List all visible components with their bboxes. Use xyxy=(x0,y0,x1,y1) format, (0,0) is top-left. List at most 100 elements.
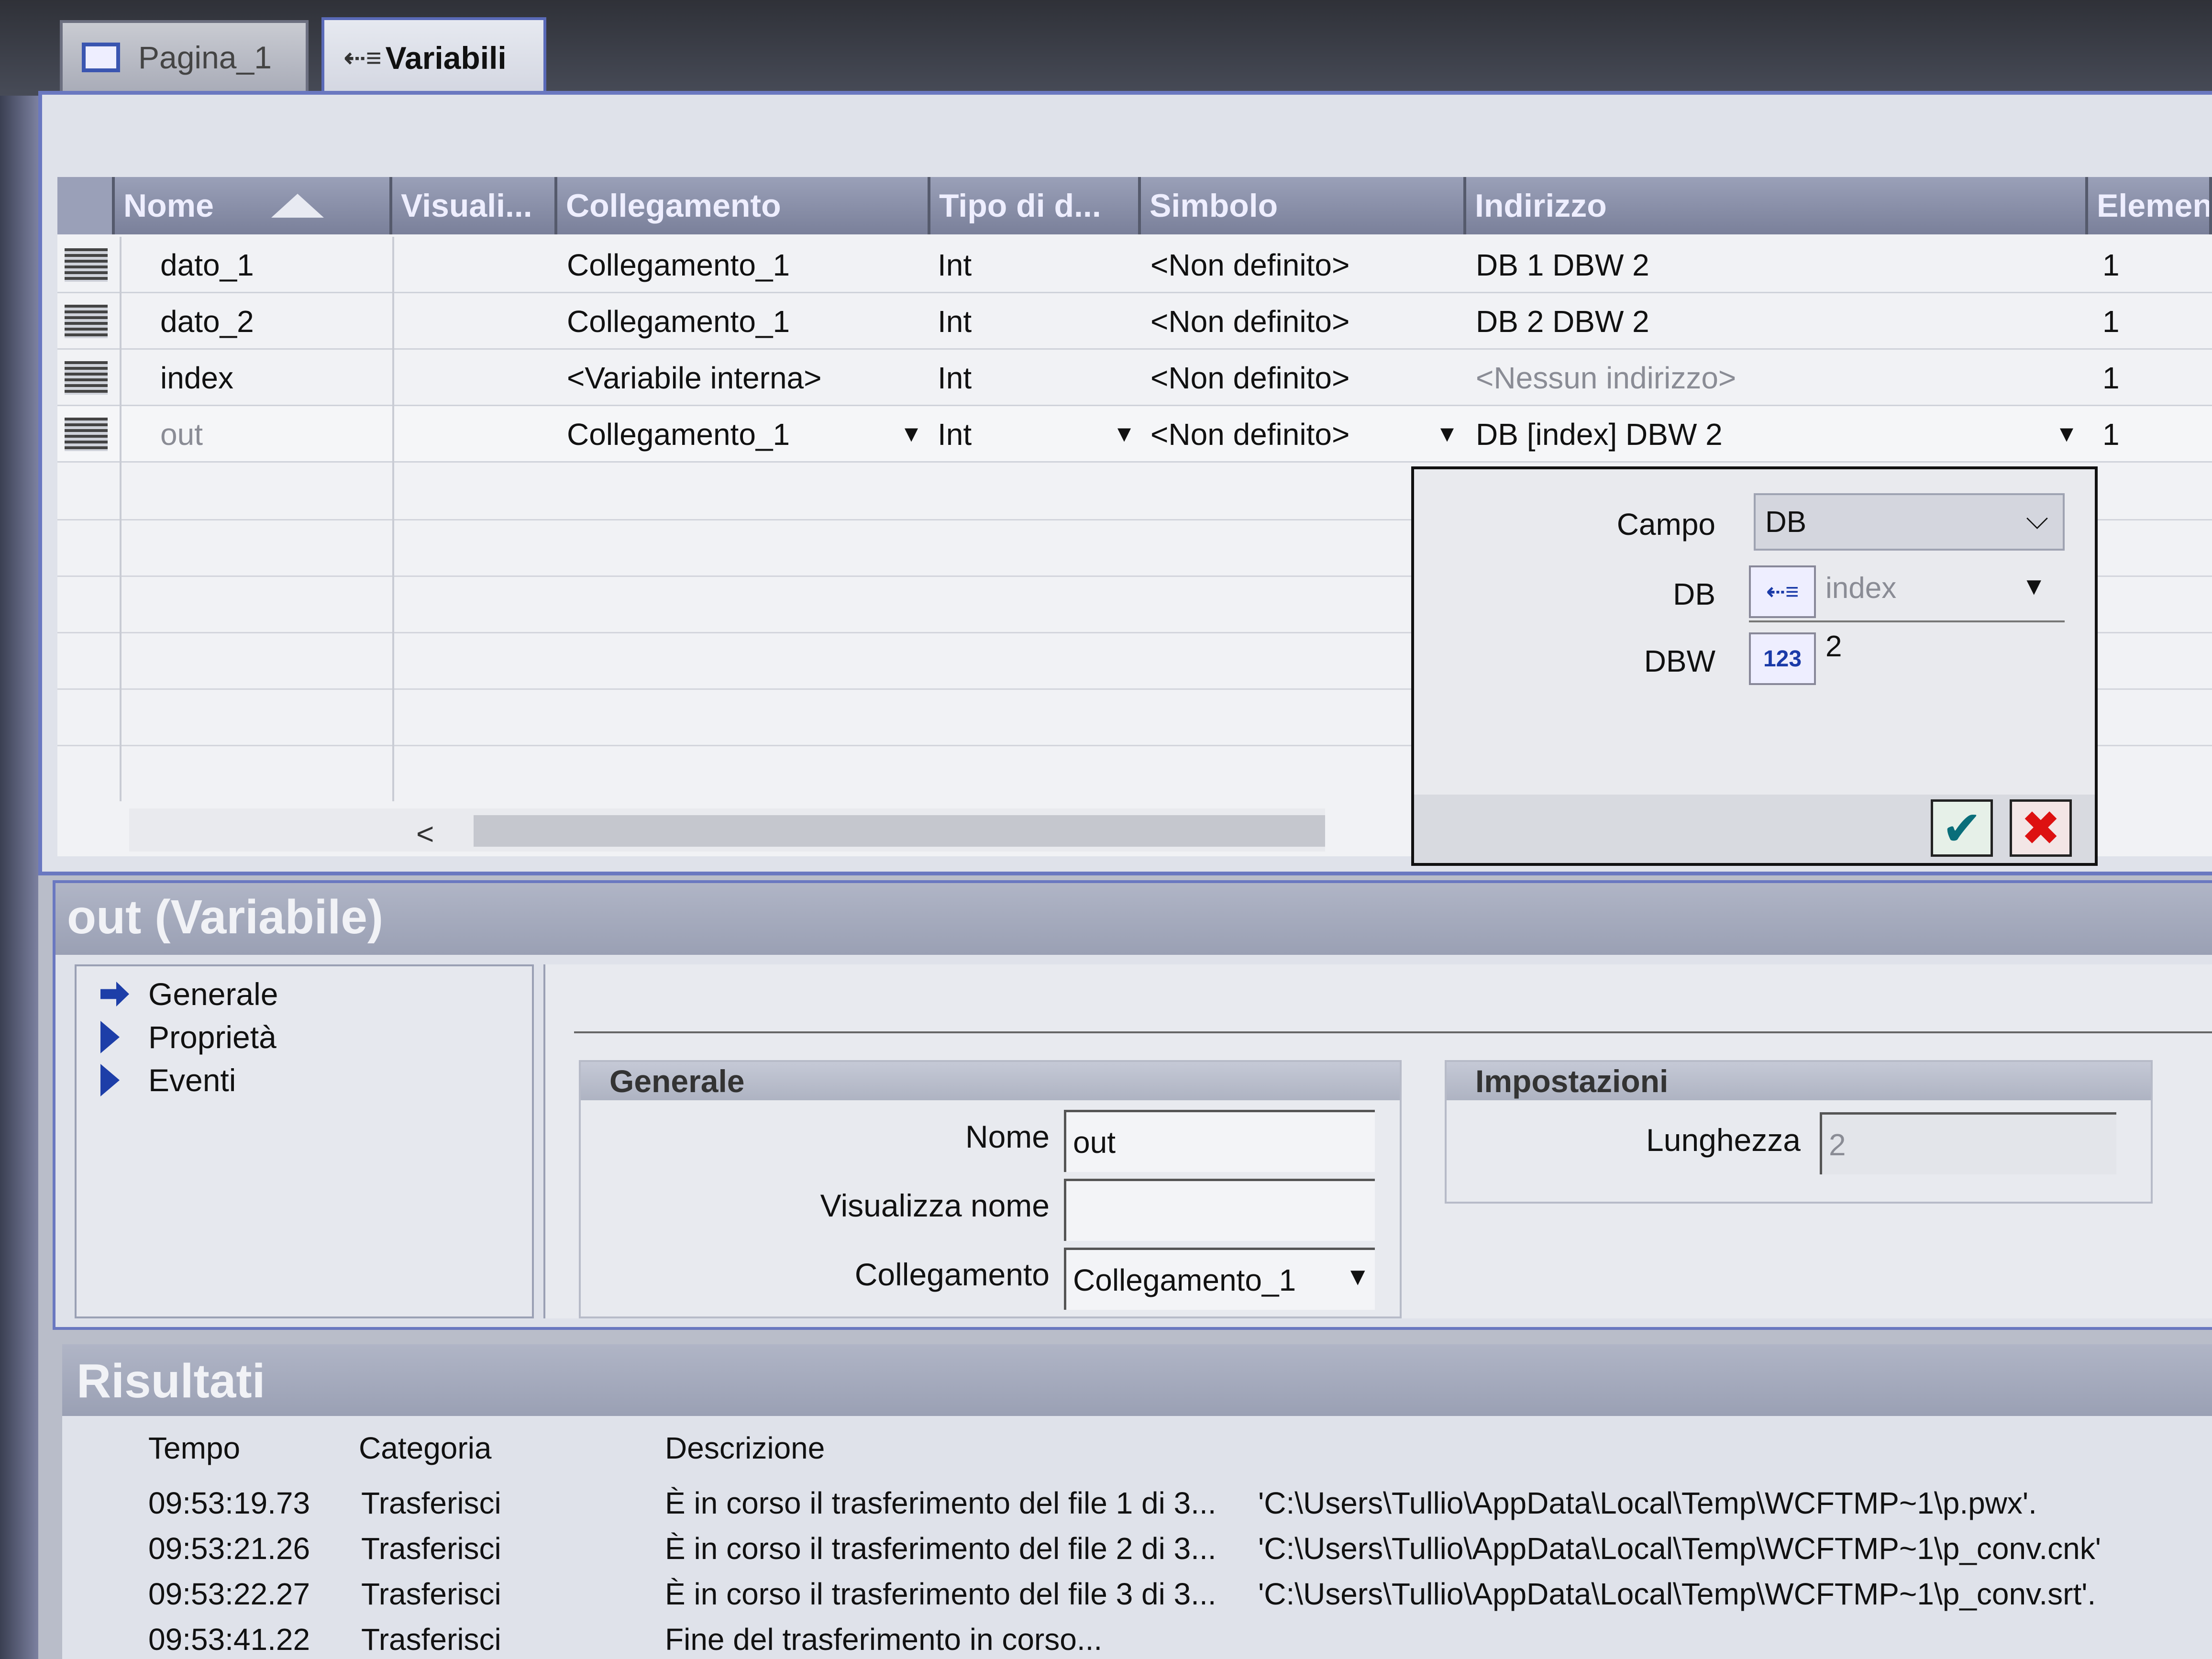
results-header-descrizione[interactable]: Descrizione xyxy=(665,1430,825,1466)
column-header-collegamento[interactable]: Collegamento xyxy=(557,177,930,234)
cell-simbolo[interactable]: <Non definito> xyxy=(1150,237,1349,293)
cell-tipo[interactable]: Int xyxy=(938,293,972,350)
column-header-nome[interactable]: Nome xyxy=(115,177,392,234)
table-row[interactable]: 09:53:19.73 Trasferisci È in corso il tr… xyxy=(62,1485,2212,1533)
campo-select[interactable]: DB ⌵ xyxy=(1754,493,2065,551)
db-dropdown-arrow-icon[interactable]: ▼ xyxy=(2022,572,2046,601)
cell-nome[interactable]: out xyxy=(160,406,203,463)
cell-collegamento[interactable]: Collegamento_1 xyxy=(567,293,790,350)
column-header-label: Tipo di d... xyxy=(939,188,1101,224)
cell-elementi[interactable]: 1 xyxy=(2102,406,2120,463)
tab-variabili[interactable]: ⇠≡ Variabili xyxy=(321,17,546,96)
visualizza-nome-label: Visualizza nome xyxy=(820,1188,1050,1223)
table-row[interactable]: dato_1 Collegamento_1 Int <Non definito>… xyxy=(57,237,2212,293)
table-row[interactable]: 09:53:22.27 Trasferisci È in corso il tr… xyxy=(62,1576,2212,1624)
result-descrizione: Fine del trasferimento in corso... xyxy=(665,1622,1103,1657)
row-header-divider xyxy=(120,237,122,801)
expand-triangle-icon xyxy=(100,1021,120,1053)
results-header-tempo[interactable]: Tempo xyxy=(148,1430,240,1466)
nav-label: Eventi xyxy=(148,1062,236,1098)
indirizzo-dropdown-arrow-icon[interactable]: ▼ xyxy=(2050,410,2083,458)
table-row[interactable]: 09:53:41.22 Trasferisci Fine del trasfer… xyxy=(62,1622,2212,1659)
cell-indirizzo[interactable]: DB 1 DBW 2 xyxy=(1476,237,1649,293)
tab-label: Variabili xyxy=(385,40,507,76)
column-header-indirizzo[interactable]: Indirizzo xyxy=(1466,177,2088,234)
row-handle-icon[interactable] xyxy=(65,305,108,338)
lunghezza-label: Lunghezza xyxy=(1646,1122,1801,1158)
row-handle-icon[interactable] xyxy=(65,418,108,451)
column-header-elementi[interactable]: Elementi xyxy=(2088,177,2212,234)
result-categoria: Trasferisci xyxy=(361,1622,501,1657)
cell-indirizzo[interactable]: DB [index] DBW 2 xyxy=(1476,406,1723,463)
result-path: 'C:\Users\Tullio\AppData\Local\Temp\WCFT… xyxy=(1258,1577,2096,1611)
collegamento-dropdown-arrow-icon[interactable]: ▼ xyxy=(895,410,928,458)
cell-simbolo[interactable]: <Non definito> xyxy=(1150,350,1349,406)
content-divider xyxy=(574,1031,2212,1033)
nav-item-eventi[interactable]: Eventi xyxy=(100,1062,236,1098)
column-header-tipo[interactable]: Tipo di d... xyxy=(930,177,1141,234)
generale-group: Generale Nome out Visualizza nome Colleg… xyxy=(579,1060,1402,1318)
cell-elementi[interactable]: 1 xyxy=(2102,237,2120,293)
row-handle-icon[interactable] xyxy=(65,248,108,282)
cell-collegamento[interactable]: Collegamento_1 xyxy=(567,237,790,293)
tab-pagina-1[interactable]: Pagina_1 xyxy=(60,20,309,92)
dropdown-arrow-icon[interactable]: ▼ xyxy=(1346,1262,1370,1291)
cell-simbolo[interactable]: <Non definito> xyxy=(1150,293,1349,350)
confirm-checkmark-button[interactable]: ✔ xyxy=(1931,799,1993,857)
horizontal-scrollbar[interactable]: < xyxy=(129,808,1325,852)
cell-tipo[interactable]: Int xyxy=(938,350,972,406)
nav-label: Proprietà xyxy=(148,1019,276,1055)
cell-simbolo[interactable]: <Non definito> xyxy=(1150,406,1349,463)
collegamento-select[interactable]: Collegamento_1 ▼ xyxy=(1064,1248,1375,1310)
cell-elementi[interactable]: 1 xyxy=(2102,293,2120,350)
simbolo-dropdown-arrow-icon[interactable]: ▼ xyxy=(1430,410,1464,458)
cell-collegamento[interactable]: Collegamento_1 xyxy=(567,406,790,463)
db-field[interactable]: ⇠≡ index ▼ xyxy=(1749,563,2065,622)
result-categoria: Trasferisci xyxy=(361,1531,501,1566)
scrollbar-thumb[interactable] xyxy=(474,815,1325,847)
page-icon xyxy=(82,43,120,72)
chevron-down-icon: ⌵ xyxy=(2026,502,2048,535)
scroll-left-icon[interactable]: < xyxy=(416,816,434,852)
column-header-label: Indirizzo xyxy=(1475,188,1607,224)
dbw-value[interactable]: 2 xyxy=(1825,630,1842,664)
table-row[interactable]: dato_2 Collegamento_1 Int <Non definito>… xyxy=(57,293,2212,350)
sort-ascending-icon xyxy=(271,194,324,218)
variable-link-icon[interactable]: ⇠≡ xyxy=(1749,565,1816,618)
table-row-selected[interactable]: out Collegamento_1 ▼ Int ▼ <Non definito… xyxy=(57,406,2212,463)
constant-123-icon[interactable]: 123 xyxy=(1749,632,1816,685)
cell-collegamento[interactable]: <Variabile interna> xyxy=(567,350,822,406)
result-tempo: 09:53:19.73 xyxy=(148,1486,310,1520)
results-header-categoria[interactable]: Categoria xyxy=(359,1430,492,1466)
nav-item-proprieta[interactable]: Proprietà xyxy=(100,1019,276,1055)
lunghezza-input[interactable]: 2 xyxy=(1820,1112,2116,1174)
nav-item-generale[interactable]: Generale xyxy=(100,976,278,1012)
cell-nome[interactable]: index xyxy=(160,350,233,406)
db-label: DB xyxy=(1673,577,1715,611)
result-descrizione: È in corso il trasferimento del file 1 d… xyxy=(665,1486,1217,1520)
table-row[interactable]: index <Variabile interna> Int <Non defin… xyxy=(57,350,2212,406)
editor-tab-strip: Pagina_1 ⇠≡ Variabili xyxy=(0,0,2212,96)
cell-indirizzo[interactable]: DB 2 DBW 2 xyxy=(1476,293,1649,350)
cell-tipo[interactable]: Int xyxy=(938,406,972,463)
properties-content: Generale Nome out Visualizza nome Colleg… xyxy=(543,964,2212,1318)
tipo-dropdown-arrow-icon[interactable]: ▼ xyxy=(1107,410,1141,458)
row-handle-icon[interactable] xyxy=(65,361,108,395)
column-header-simbolo[interactable]: Simbolo xyxy=(1141,177,1466,234)
cancel-x-button[interactable]: ✖ xyxy=(2010,799,2072,857)
properties-panel: out (Variabile) Generale Proprietà Event… xyxy=(53,880,2212,1330)
db-value: index xyxy=(1825,572,1897,605)
properties-nav: Generale Proprietà Eventi xyxy=(75,964,534,1318)
cell-indirizzo[interactable]: <Nessun indirizzo> xyxy=(1476,350,1736,406)
cell-tipo[interactable]: Int xyxy=(938,237,972,293)
nome-input[interactable]: out xyxy=(1064,1110,1375,1172)
column-header-visualizza[interactable]: Visuali... xyxy=(392,177,557,234)
expand-triangle-icon xyxy=(100,1064,120,1096)
visualizza-nome-input[interactable] xyxy=(1064,1179,1375,1241)
result-categoria: Trasferisci xyxy=(361,1577,501,1611)
cell-elementi[interactable]: 1 xyxy=(2102,350,2120,406)
cell-nome[interactable]: dato_2 xyxy=(160,293,254,350)
table-row[interactable]: 09:53:21.26 Trasferisci È in corso il tr… xyxy=(62,1531,2212,1579)
cell-nome[interactable]: dato_1 xyxy=(160,237,254,293)
dbw-field[interactable]: 123 2 xyxy=(1749,630,2065,689)
